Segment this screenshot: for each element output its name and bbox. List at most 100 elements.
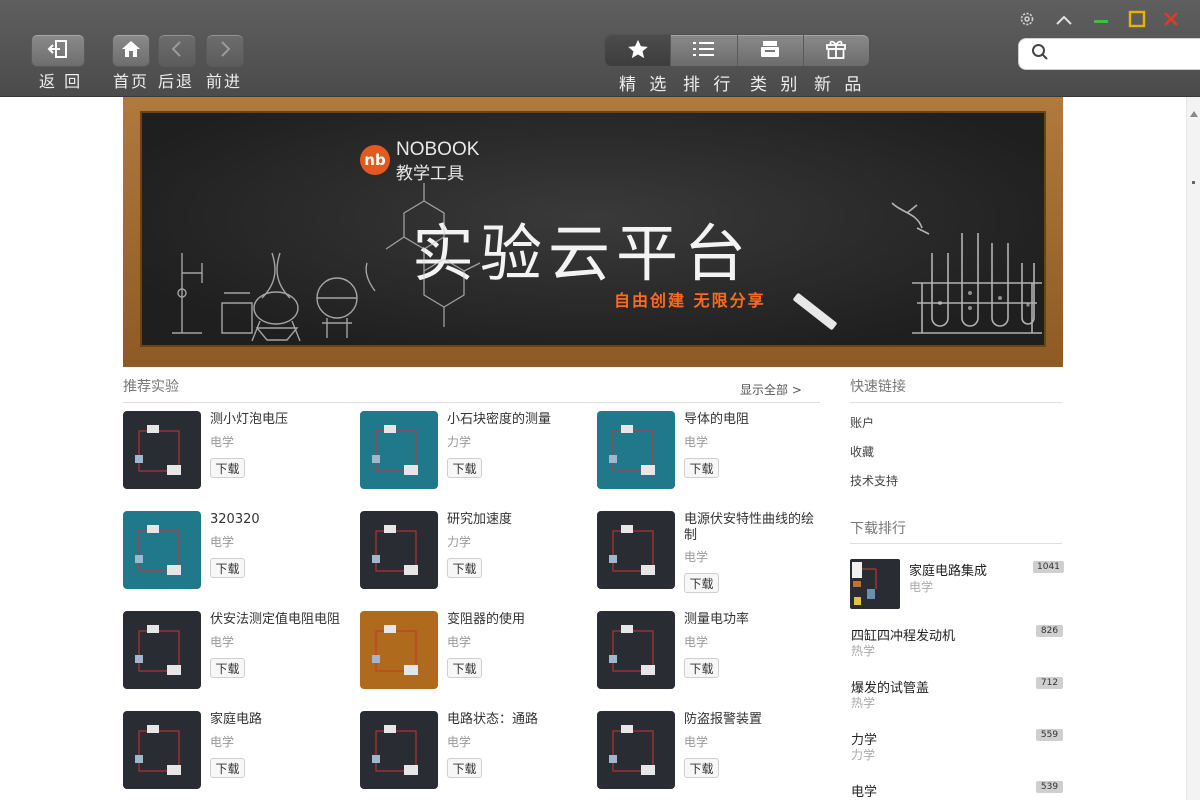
banner-slogan: 自由创建 无限分享 <box>614 291 766 310</box>
rank-item-1-name[interactable]: 家庭电路集成 <box>909 560 987 579</box>
download-button[interactable]: 下载 <box>210 658 245 678</box>
download-button[interactable]: 下载 <box>684 573 719 593</box>
search-icon <box>1031 43 1049 65</box>
back-label: 返 回 <box>39 72 83 91</box>
settings-button[interactable] <box>1016 10 1038 32</box>
link-favorites[interactable]: 收藏 <box>850 443 874 460</box>
download-button[interactable]: 下载 <box>684 758 719 778</box>
settings-icon <box>1018 10 1036 32</box>
experiment-card: 小石块密度的测量 力学下载 <box>360 411 590 491</box>
search-box <box>1018 38 1200 70</box>
download-button[interactable]: 下载 <box>447 658 482 678</box>
experiment-name[interactable]: 小石块密度的测量 <box>447 412 587 428</box>
experiment-name[interactable]: 测量电功率 <box>684 612 824 628</box>
backward-label: 后退 <box>158 72 195 91</box>
experiment-thumbnail[interactable] <box>360 611 438 689</box>
experiment-category: 电学 <box>684 635 709 649</box>
experiment-category: 电学 <box>684 435 709 449</box>
collapse-button[interactable] <box>1053 10 1075 32</box>
experiment-category: 电学 <box>210 735 235 749</box>
experiment-card: 变阻器的使用 电学下载 <box>360 611 590 691</box>
vertical-scrollbar[interactable] <box>1186 97 1200 800</box>
tab-new[interactable] <box>804 35 869 66</box>
experiment-name[interactable]: 320320 <box>210 512 350 528</box>
chevron-right-icon <box>218 40 232 62</box>
tab-category[interactable] <box>738 35 804 66</box>
minimize-icon <box>1092 12 1110 31</box>
minimize-button[interactable] <box>1090 10 1112 32</box>
test-tubes-drawing <box>891 202 1042 334</box>
lab-apparatus-drawing <box>172 252 376 342</box>
backward-button[interactable] <box>158 34 196 67</box>
home-label: 首页 <box>113 72 150 91</box>
experiment-card: 电源伏安特性曲线的绘制 电学 下载 <box>597 511 827 593</box>
download-button[interactable]: 下载 <box>684 458 719 478</box>
close-button[interactable] <box>1160 10 1182 32</box>
experiment-name[interactable]: 导体的电阻 <box>684 412 824 428</box>
experiment-name[interactable]: 防盗报警装置 <box>684 712 824 728</box>
download-button[interactable]: 下载 <box>210 758 245 778</box>
experiment-category: 电学 <box>447 635 472 649</box>
experiment-thumbnail[interactable] <box>597 611 675 689</box>
experiment-card: 防盗报警装置 电学下载 <box>597 711 827 791</box>
download-button[interactable]: 下载 <box>447 558 482 578</box>
experiment-thumbnail[interactable] <box>123 711 201 789</box>
close-icon <box>1162 10 1180 32</box>
chevron-up-icon <box>1055 12 1073 31</box>
experiment-name[interactable]: 电源伏安特性曲线的绘制 <box>684 512 824 544</box>
experiment-name[interactable]: 研究加速度 <box>447 512 587 528</box>
experiment-card: 研究加速度 力学 下载 <box>360 511 590 591</box>
star-icon <box>627 39 649 63</box>
home-button[interactable] <box>112 34 150 67</box>
experiment-thumbnail[interactable] <box>123 411 201 489</box>
rank-item-3-category: 热学 <box>851 696 876 710</box>
maximize-icon <box>1128 10 1146 32</box>
nobook-logo-text: NOBOOK <box>396 139 480 160</box>
gift-icon <box>825 39 847 63</box>
rank-item-5-name[interactable]: 电学 <box>851 781 877 800</box>
exit-icon <box>47 39 69 63</box>
experiment-thumbnail[interactable] <box>360 411 438 489</box>
download-button[interactable]: 下载 <box>210 558 245 578</box>
show-all-link[interactable]: 显示全部 > <box>740 381 802 398</box>
experiment-thumbnail[interactable] <box>360 511 438 589</box>
home-icon <box>120 39 142 63</box>
back-button[interactable] <box>31 34 85 67</box>
hero-banner[interactable]: nb NOBOOK 教学工具 实验云平台 自由创建 无限分享 <box>123 97 1063 367</box>
experiment-name[interactable]: 变阻器的使用 <box>447 612 587 628</box>
download-button[interactable]: 下载 <box>447 458 482 478</box>
tab-ranking[interactable] <box>671 35 738 66</box>
chevron-left-icon <box>170 40 184 62</box>
experiment-thumbnail[interactable] <box>360 711 438 789</box>
rank-item-4-count: 559 <box>1036 729 1063 741</box>
tab-featured-label: 精 选 <box>619 75 671 95</box>
recommended-title: 推荐实验 <box>123 379 179 395</box>
experiment-category: 电学 <box>447 735 472 749</box>
experiment-thumbnail[interactable] <box>123 611 201 689</box>
download-button[interactable]: 下载 <box>210 458 245 478</box>
link-account[interactable]: 账户 <box>850 414 874 431</box>
rank-item-thumbnail[interactable] <box>850 559 900 609</box>
recommended-divider <box>123 402 820 403</box>
forward-button[interactable] <box>206 34 244 67</box>
forward-label: 前进 <box>206 72 243 91</box>
search-input[interactable] <box>1055 46 1195 62</box>
experiment-thumbnail[interactable] <box>597 711 675 789</box>
experiment-category: 力学 <box>447 435 472 449</box>
scroll-thumb-icon <box>1192 181 1195 184</box>
experiment-category: 电学 <box>684 735 709 749</box>
experiment-thumbnail[interactable] <box>597 411 675 489</box>
experiment-thumbnail[interactable] <box>597 511 675 589</box>
experiment-name[interactable]: 家庭电路 <box>210 712 350 728</box>
download-button[interactable]: 下载 <box>447 758 482 778</box>
experiment-name[interactable]: 测小灯泡电压 <box>210 412 350 428</box>
link-tech-support[interactable]: 技术支持 <box>850 472 898 489</box>
experiment-name[interactable]: 伏安法测定值电阻电阻 <box>210 612 350 628</box>
experiment-card: 家庭电路 电学 下载 <box>123 711 353 791</box>
experiment-thumbnail[interactable] <box>123 511 201 589</box>
maximize-button[interactable] <box>1126 10 1148 32</box>
rank-item-2-count: 826 <box>1036 625 1063 637</box>
download-button[interactable]: 下载 <box>684 658 719 678</box>
experiment-name[interactable]: 电路状态：通路 <box>447 712 587 728</box>
tab-featured[interactable] <box>605 35 672 66</box>
